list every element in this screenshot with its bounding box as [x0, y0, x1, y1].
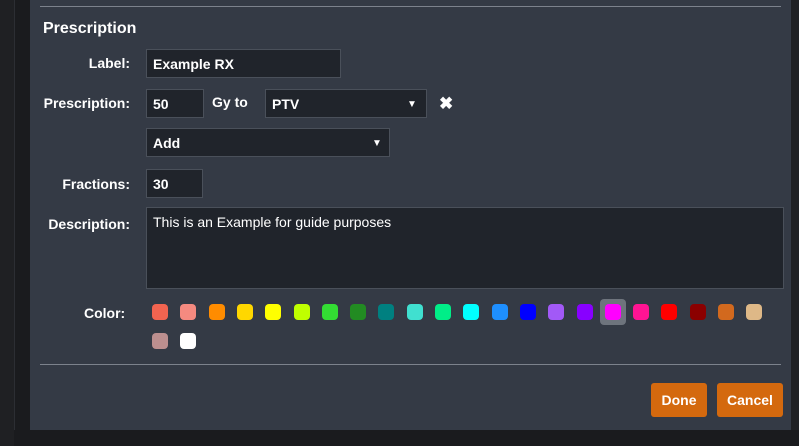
color-swatch[interactable]: [208, 304, 225, 320]
color-swatch[interactable]: [180, 304, 197, 320]
add-select[interactable]: Add: [146, 128, 390, 157]
close-icon[interactable]: ✖: [439, 94, 453, 114]
prescription-label: Prescription:: [43, 95, 130, 111]
color-swatch[interactable]: [293, 304, 310, 320]
add-select-value: Add: [153, 135, 181, 151]
description-label: Description:: [48, 216, 130, 232]
dose-input[interactable]: 50: [146, 89, 204, 118]
color-swatch[interactable]: [548, 304, 565, 320]
color-swatch[interactable]: [689, 304, 706, 320]
color-swatch[interactable]: [576, 304, 593, 320]
fractions-input[interactable]: 30: [146, 169, 203, 198]
color-swatch[interactable]: [519, 304, 536, 320]
color-swatch[interactable]: [604, 304, 621, 320]
top-divider: [40, 6, 781, 7]
color-swatch[interactable]: [152, 304, 168, 320]
gy-to-label: Gy to: [212, 94, 248, 110]
color-swatch[interactable]: [152, 333, 168, 349]
color-swatch[interactable]: [661, 304, 678, 320]
label-label: Label:: [88, 55, 130, 71]
target-dropdown-icon[interactable]: ▼: [407, 99, 417, 110]
bottom-divider: [40, 364, 781, 365]
color-swatch[interactable]: [378, 304, 395, 320]
color-swatch[interactable]: [350, 304, 367, 320]
cancel-button[interactable]: Cancel: [717, 383, 783, 417]
description-textarea[interactable]: This is an Example for guide purposes: [146, 207, 784, 289]
bottom-edge: [14, 430, 799, 446]
color-swatch[interactable]: [435, 304, 451, 320]
color-swatch[interactable]: [633, 304, 650, 320]
color-swatch[interactable]: [236, 304, 253, 320]
add-dropdown-icon[interactable]: ▼: [372, 138, 382, 149]
color-swatch[interactable]: [406, 304, 423, 320]
target-select-value: PTV: [272, 96, 300, 112]
dialog-title: Prescription: [43, 20, 137, 37]
color-swatch[interactable]: [718, 304, 734, 320]
fractions-label: Fractions:: [62, 176, 130, 192]
target-select[interactable]: PTV: [265, 89, 427, 118]
color-swatch[interactable]: [265, 304, 282, 320]
color-swatch[interactable]: [321, 304, 338, 320]
color-label: Color:: [84, 305, 126, 321]
done-button[interactable]: Done: [651, 383, 707, 417]
color-swatch[interactable]: [463, 304, 480, 320]
label-input[interactable]: Example RX: [146, 49, 341, 78]
prescription-dialog: Prescription Label: Example RX Prescript…: [30, 0, 791, 430]
color-swatch[interactable]: [746, 304, 763, 320]
color-swatch[interactable]: [180, 333, 197, 349]
color-swatch[interactable]: [491, 304, 508, 320]
